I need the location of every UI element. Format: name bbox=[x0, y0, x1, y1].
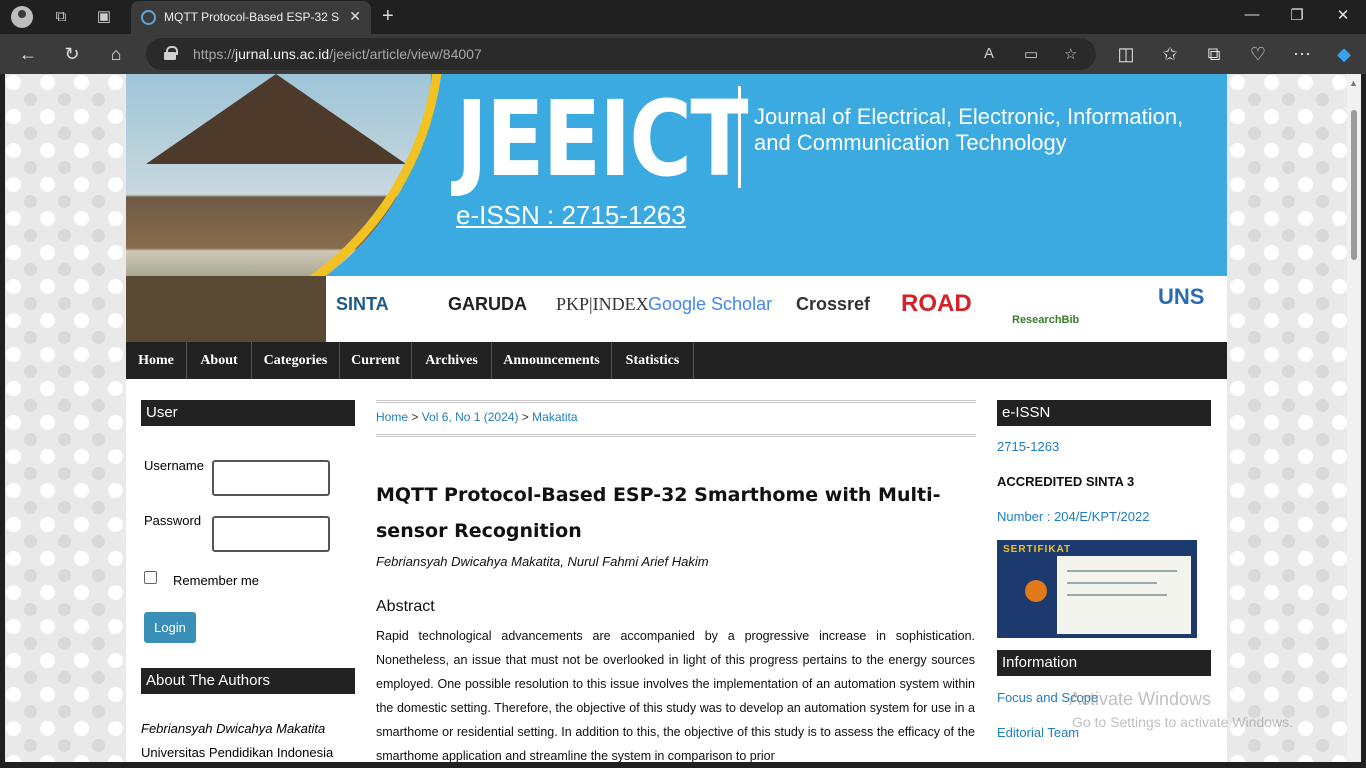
article-authors: Febriansyah Dwicahya Makatita, Nurul Fah… bbox=[376, 554, 709, 569]
browser-nav-bar: ← ↻ ⌂ https://jurnal.uns.ac.id/jeeict/ar… bbox=[0, 34, 1366, 74]
split-screen-icon[interactable]: ◫ bbox=[1114, 43, 1138, 65]
breadcrumb-sep-2: > bbox=[521, 410, 529, 424]
menu-archives[interactable]: Archives bbox=[412, 342, 492, 379]
pkp-index-logo[interactable]: PKP|INDEX bbox=[556, 294, 649, 315]
login-button[interactable]: Login bbox=[144, 612, 196, 643]
workspaces-icon[interactable]: ⧉ bbox=[50, 6, 72, 28]
activate-windows-watermark: Activate Windows bbox=[1069, 689, 1212, 709]
home-icon[interactable]: ⌂ bbox=[104, 43, 128, 65]
url-path: /jeeict/article/view/84007 bbox=[329, 46, 482, 62]
banner-arc-decoration bbox=[126, 74, 444, 276]
authors-block-title: About The Authors bbox=[141, 668, 355, 694]
certificate-text-line bbox=[1067, 570, 1177, 572]
menu-current[interactable]: Current bbox=[340, 342, 412, 379]
immersive-reader-icon[interactable]: ▭ bbox=[1024, 45, 1038, 63]
uns-logo[interactable]: UNS bbox=[1158, 284, 1204, 310]
user-block-title: User bbox=[141, 400, 355, 426]
refresh-icon[interactable]: ↻ bbox=[60, 43, 84, 65]
main-menu: Home About Categories Current Archives A… bbox=[126, 342, 1227, 379]
sinta-logo[interactable]: SINTA bbox=[336, 294, 389, 315]
url-host: jurnal.uns.ac.id bbox=[235, 46, 330, 62]
breadcrumb-bottom-rule bbox=[376, 434, 976, 437]
certificate-text-line bbox=[1067, 594, 1167, 596]
url-text[interactable]: https://jurnal.uns.ac.id/jeeict/article/… bbox=[193, 46, 482, 62]
menu-statistics[interactable]: Statistics bbox=[612, 342, 694, 379]
author-name: Febriansyah Dwicahya Makatita bbox=[141, 721, 326, 736]
tab-close-icon[interactable]: ✕ bbox=[349, 8, 361, 25]
menu-categories[interactable]: Categories bbox=[252, 342, 340, 379]
username-input[interactable] bbox=[212, 460, 330, 496]
abstract-text: Rapid technological advancements are acc… bbox=[376, 629, 975, 762]
banner-photo-bottom bbox=[126, 276, 326, 342]
certificate-text-line bbox=[1067, 582, 1157, 584]
breadcrumb-current[interactable]: Makatita bbox=[532, 410, 577, 424]
header-banner: JEEICT Journal of Electrical, Electronic… bbox=[126, 74, 1227, 276]
editorial-team-link[interactable]: Editorial Team bbox=[997, 725, 1079, 740]
indexing-logos-strip: SINTA GARUDA PKP|INDEX Google Scholar Cr… bbox=[326, 276, 1227, 342]
eissn-link[interactable]: 2715-1263 bbox=[997, 439, 1059, 454]
window-close-icon[interactable]: ✕ bbox=[1328, 6, 1358, 24]
researchbib-logo[interactable]: ResearchBib bbox=[1012, 314, 1079, 326]
password-label: Password bbox=[144, 513, 202, 528]
crossref-logo[interactable]: Crossref bbox=[796, 294, 870, 315]
tab-actions-icon[interactable]: ▣ bbox=[93, 6, 115, 28]
journal-logo-title: JEEICT bbox=[456, 78, 749, 200]
scrollbar-thumb[interactable] bbox=[1351, 110, 1357, 260]
back-arrow-icon[interactable]: ← bbox=[16, 43, 40, 65]
copilot-icon[interactable]: ◆ bbox=[1332, 43, 1356, 65]
more-menu-icon[interactable]: ⋯ bbox=[1290, 43, 1314, 65]
journal-full-name: Journal of Electrical, Electronic, Infor… bbox=[754, 104, 1184, 155]
username-label: Username bbox=[144, 458, 204, 473]
breadcrumb-home[interactable]: Home bbox=[376, 410, 408, 424]
breadcrumb-top-rule bbox=[376, 400, 976, 403]
collections-icon[interactable]: ⧉ bbox=[1202, 43, 1226, 65]
read-aloud-icon[interactable]: A bbox=[984, 45, 994, 62]
tab-title: MQTT Protocol-Based ESP-32 Smarthome wit… bbox=[164, 10, 340, 24]
breadcrumb: Home > Vol 6, No 1 (2024) > Makatita bbox=[376, 410, 578, 424]
tab-favicon-icon bbox=[141, 10, 156, 25]
favorite-star-icon[interactable]: ☆ bbox=[1064, 45, 1077, 63]
active-tab[interactable]: MQTT Protocol-Based ESP-32 Smarthome wit… bbox=[131, 1, 371, 34]
breadcrumb-sep-1: > bbox=[411, 410, 419, 424]
google-scholar-logo[interactable]: Google Scholar bbox=[648, 294, 772, 315]
lock-icon[interactable] bbox=[164, 46, 178, 60]
address-bar[interactable]: https://jurnal.uns.ac.id/jeeict/article/… bbox=[146, 38, 1096, 70]
accreditation-label: ACCREDITED SINTA 3 bbox=[997, 474, 1135, 489]
remember-me-checkbox[interactable] bbox=[144, 571, 157, 584]
browser-essentials-icon[interactable]: ♡ bbox=[1246, 43, 1270, 65]
medal-icon bbox=[1025, 580, 1047, 602]
browser-tab-bar: ⧉ ▣ MQTT Protocol-Based ESP-32 Smarthome… bbox=[0, 0, 1366, 34]
eissn-block-title: e-ISSN bbox=[997, 400, 1211, 426]
new-tab-plus-icon[interactable]: + bbox=[382, 5, 394, 28]
sinta-certificate-image[interactable]: SERTIFIKAT bbox=[997, 540, 1197, 638]
abstract-heading: Abstract bbox=[376, 598, 435, 615]
accreditation-number-link[interactable]: Number : 204/E/KPT/2022 bbox=[997, 509, 1149, 524]
journal-container: JEEICT Journal of Electrical, Electronic… bbox=[126, 74, 1227, 762]
password-input[interactable] bbox=[212, 516, 330, 552]
article-title: MQTT Protocol-Based ESP-32 Smarthome wit… bbox=[376, 484, 941, 542]
activate-windows-subtext: Go to Settings to activate Windows. bbox=[1072, 714, 1293, 730]
banner-divider bbox=[738, 86, 741, 188]
menu-home[interactable]: Home bbox=[126, 342, 187, 379]
author-affiliation: Universitas Pendidikan Indonesia bbox=[141, 745, 334, 760]
remember-me-label: Remember me bbox=[173, 573, 259, 588]
breadcrumb-issue[interactable]: Vol 6, No 1 (2024) bbox=[422, 410, 519, 424]
web-page: JEEICT Journal of Electrical, Electronic… bbox=[5, 74, 1347, 762]
restore-icon[interactable]: ❐ bbox=[1282, 6, 1312, 24]
favorites-icon[interactable]: ✩ bbox=[1158, 43, 1182, 65]
menu-about[interactable]: About bbox=[187, 342, 252, 379]
garuda-logo[interactable]: GARUDA bbox=[448, 294, 527, 315]
minimize-icon[interactable]: — bbox=[1237, 6, 1267, 23]
certificate-label: SERTIFIKAT bbox=[1003, 544, 1072, 555]
scroll-up-arrow-icon[interactable]: ▲ bbox=[1349, 78, 1358, 88]
menu-announcements[interactable]: Announcements bbox=[492, 342, 612, 379]
information-block-title: Information bbox=[997, 650, 1211, 676]
url-scheme: https:// bbox=[193, 46, 236, 62]
banner-issn[interactable]: e-ISSN : 2715-1263 bbox=[456, 200, 686, 231]
page-scrollbar[interactable]: ▲ bbox=[1347, 74, 1361, 762]
road-logo[interactable]: ROAD bbox=[901, 290, 972, 318]
profile-avatar-icon[interactable] bbox=[11, 6, 33, 28]
